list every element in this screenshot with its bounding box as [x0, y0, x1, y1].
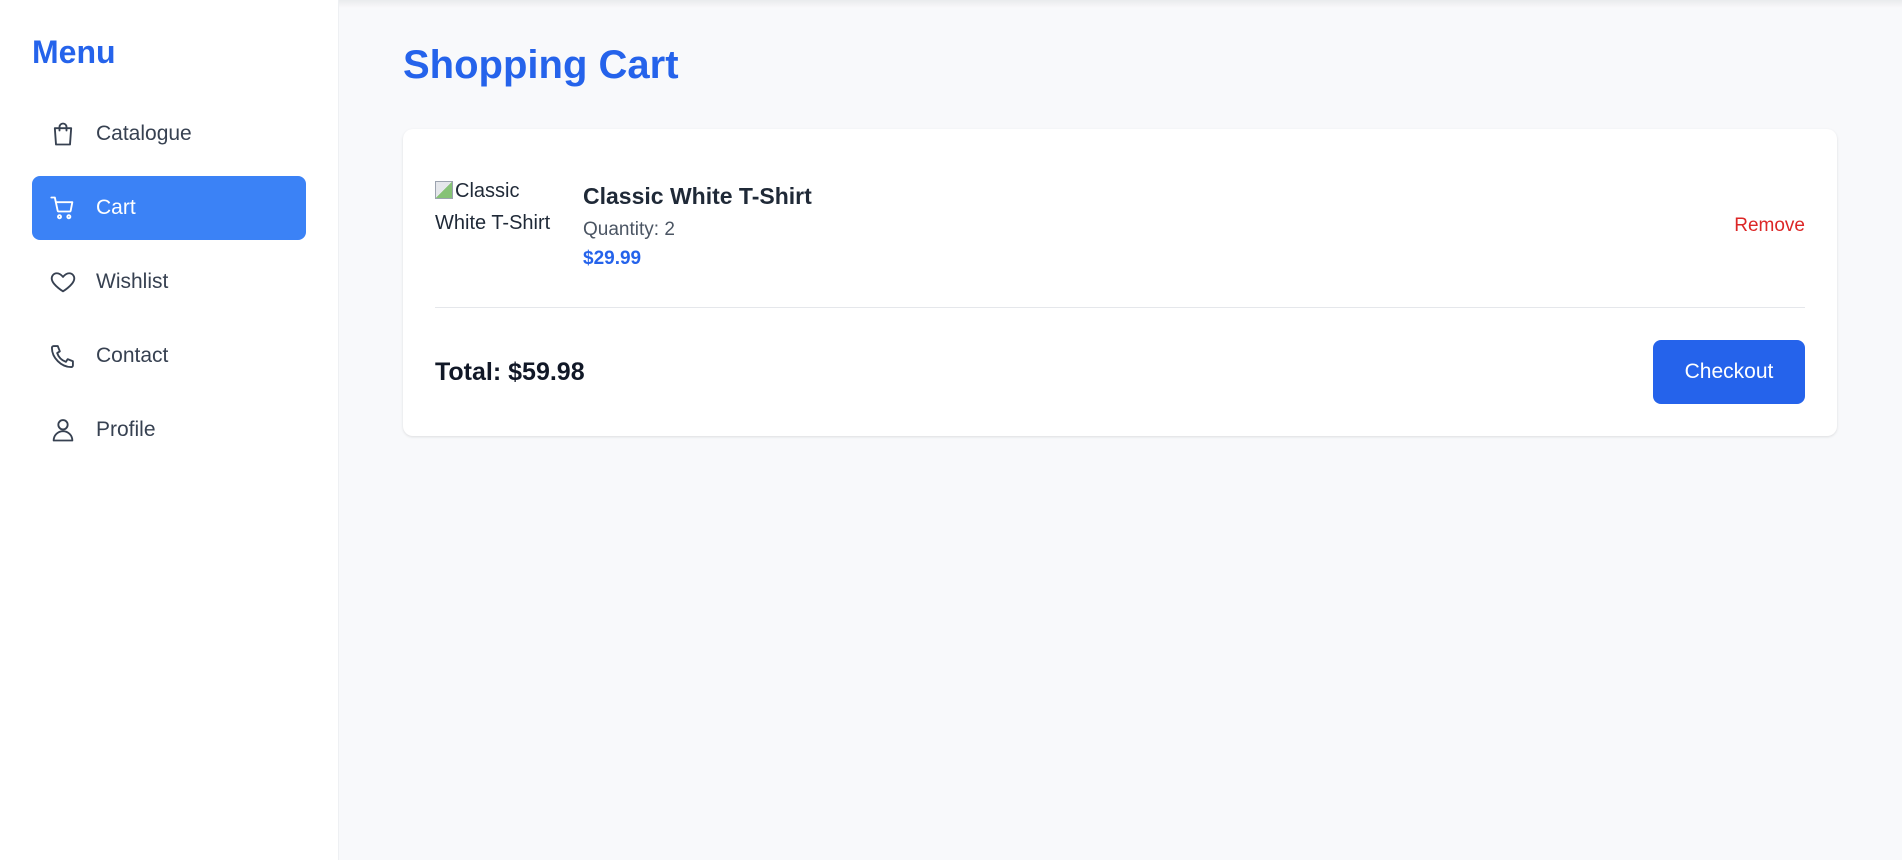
sidebar: Menu Catalogue Cart Wishlist Contact Pro…	[0, 0, 339, 860]
sidebar-item-contact[interactable]: Contact	[32, 324, 306, 388]
phone-icon	[48, 341, 78, 371]
checkout-button[interactable]: Checkout	[1653, 340, 1805, 404]
product-image: Classic White T-Shirt	[435, 175, 565, 235]
broken-image-icon	[435, 181, 453, 199]
remove-button[interactable]: Remove	[1734, 215, 1805, 237]
sidebar-item-label: Wishlist	[96, 270, 169, 293]
shopping-bag-icon	[48, 119, 78, 149]
cart-total: Total: $59.98	[435, 357, 585, 386]
product-quantity: Quantity: 2	[583, 219, 675, 240]
sidebar-item-label: Catalogue	[96, 122, 192, 145]
item-info: Classic White T-Shirt Quantity: 2 $29.99	[583, 181, 1734, 271]
product-price: $29.99	[583, 248, 642, 269]
user-icon	[48, 415, 78, 445]
main-content: Shopping Cart Classic White T-Shirt Clas…	[339, 0, 1902, 860]
cart-item: Classic White T-Shirt Classic White T-Sh…	[435, 129, 1805, 308]
sidebar-item-label: Profile	[96, 418, 156, 441]
app-root: Menu Catalogue Cart Wishlist Contact Pro…	[0, 0, 1902, 860]
sidebar-item-cart[interactable]: Cart	[32, 176, 306, 240]
page-title: Shopping Cart	[403, 43, 679, 87]
product-name: Classic White T-Shirt	[583, 183, 812, 209]
header-shadow	[339, 0, 1902, 8]
sidebar-title: Menu	[32, 34, 116, 70]
heart-icon	[48, 267, 78, 297]
sidebar-item-label: Contact	[96, 344, 169, 367]
sidebar-item-profile[interactable]: Profile	[32, 398, 306, 462]
cart-card: Classic White T-Shirt Classic White T-Sh…	[403, 129, 1837, 436]
sidebar-item-wishlist[interactable]: Wishlist	[32, 250, 306, 314]
cart-icon	[48, 193, 78, 223]
sidebar-item-catalogue[interactable]: Catalogue	[32, 102, 306, 166]
sidebar-item-label: Cart	[96, 196, 136, 219]
cart-footer: Total: $59.98 Checkout	[435, 308, 1805, 436]
